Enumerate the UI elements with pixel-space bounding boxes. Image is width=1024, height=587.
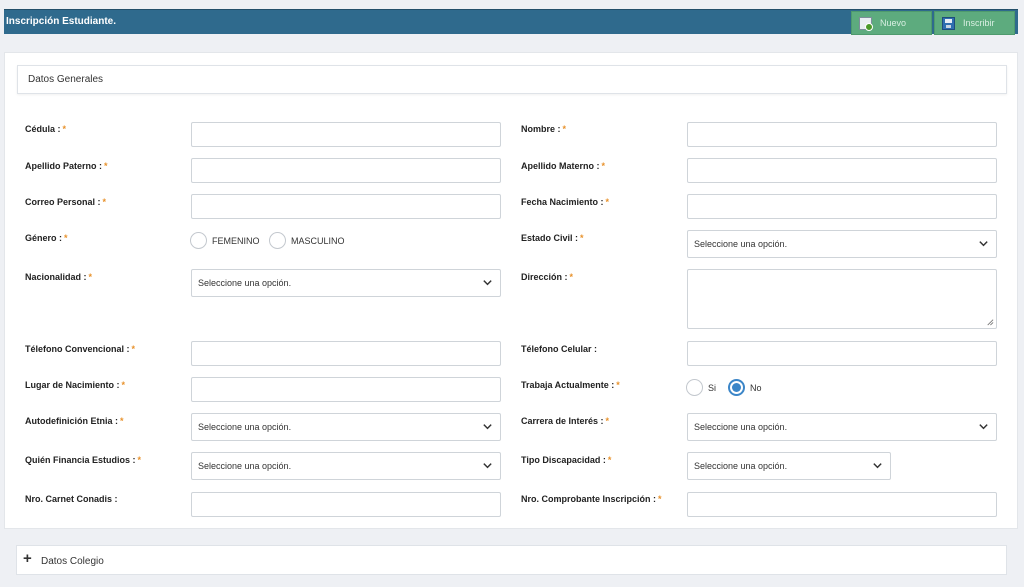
datos-colegio-title: Datos Colegio <box>41 556 104 567</box>
nacionalidad-select[interactable]: Seleccione una opción. <box>191 269 501 297</box>
autodefinicion-etnia-value: Seleccione una opción. <box>198 422 292 432</box>
telefono-convencional-input[interactable] <box>191 341 501 366</box>
estado-civil-label: Estado Civil : * <box>521 233 584 243</box>
required-mark: * <box>102 197 107 207</box>
estado-civil-value: Seleccione una opción. <box>694 239 788 249</box>
inscribir-button[interactable]: Inscribir <box>934 11 1015 35</box>
apellido-paterno-label: Apellido Paterno : * <box>25 161 108 171</box>
apellido-paterno-input[interactable] <box>191 158 501 183</box>
quien-financia-label: Quién Financia Estudios : * <box>25 455 142 465</box>
genero-masculino-radio[interactable] <box>269 232 286 249</box>
fecha-nacimiento-label: Fecha Nacimiento : * <box>521 197 610 207</box>
chevron-down-icon <box>873 463 882 469</box>
trabaja-no-label: No <box>750 383 762 393</box>
inscribir-button-label: Inscribir <box>963 18 995 28</box>
carrera-interes-value: Seleccione una opción. <box>694 422 788 432</box>
trabaja-si-label: Si <box>708 383 717 393</box>
autodefinicion-etnia-label: Autodefinición Etnia : * <box>25 416 124 426</box>
nacionalidad-value: Seleccione una opción. <box>198 278 292 288</box>
required-mark: * <box>601 161 606 171</box>
required-mark: * <box>104 161 108 171</box>
required-mark: * <box>569 272 574 282</box>
required-mark: * <box>607 455 612 465</box>
apellido-materno-input[interactable] <box>687 158 997 183</box>
genero-label: Género : * <box>25 233 68 243</box>
correo-personal-input[interactable] <box>191 194 501 219</box>
required-mark: * <box>580 233 584 243</box>
nuevo-button[interactable]: Nuevo <box>851 11 932 35</box>
save-icon <box>942 16 955 30</box>
genero-femenino-radio[interactable] <box>190 232 207 249</box>
direccion-label: Dirección : * <box>521 272 574 282</box>
carnet-conadis-label: Nro. Carnet Conadis : <box>25 494 118 504</box>
carrera-interes-label: Carrera de Interés : * <box>521 416 610 426</box>
carrera-interes-select[interactable]: Seleccione una opción. <box>687 413 997 441</box>
chevron-down-icon <box>483 424 492 430</box>
page-header-bar: Inscripción Estudiante. Nuevo Inscribir <box>4 9 1018 35</box>
telefono-celular-label: Télefono Celular : <box>521 344 598 354</box>
trabaja-no-radio[interactable] <box>728 379 745 396</box>
fecha-nacimiento-input[interactable] <box>687 194 997 219</box>
nacionalidad-label: Nacionalidad : * <box>25 272 93 282</box>
comprobante-inscripcion-label: Nro. Comprobante Inscripción : * <box>521 494 662 504</box>
cedula-label: Cédula : * <box>25 124 67 134</box>
tipo-discapacidad-label: Tipo Discapacidad : * <box>521 455 612 465</box>
correo-personal-label: Correo Personal : * <box>25 197 107 207</box>
lugar-nacimiento-input[interactable] <box>191 377 501 402</box>
required-mark: * <box>137 455 142 465</box>
resize-grip-icon[interactable] <box>985 317 994 326</box>
chevron-down-icon <box>483 463 492 469</box>
direccion-textarea[interactable] <box>687 269 997 329</box>
lugar-nacimiento-label: Lugar de Nacimiento : * <box>25 380 126 390</box>
genero-femenino-label: FEMENINO <box>212 236 260 246</box>
chevron-down-icon <box>483 280 492 286</box>
tipo-discapacidad-value: Seleccione una opción. <box>694 461 788 471</box>
required-mark: * <box>88 272 93 282</box>
comprobante-inscripcion-input[interactable] <box>687 492 997 517</box>
telefono-convencional-label: Télefono Convencional : * <box>25 344 136 354</box>
nuevo-button-label: Nuevo <box>880 18 907 28</box>
required-mark: * <box>121 380 126 390</box>
quien-financia-value: Seleccione una opción. <box>198 461 292 471</box>
new-document-icon <box>859 16 873 31</box>
required-mark: * <box>605 416 610 426</box>
required-mark: * <box>605 197 610 207</box>
estado-civil-select[interactable]: Seleccione una opción. <box>687 230 997 258</box>
nombre-input[interactable] <box>687 122 997 147</box>
page-title: Inscripción Estudiante. <box>6 16 117 27</box>
telefono-celular-input[interactable] <box>687 341 997 366</box>
chevron-down-icon <box>979 424 988 430</box>
required-mark: * <box>658 494 662 504</box>
tipo-discapacidad-select[interactable]: Seleccione una opción. <box>687 452 891 480</box>
datos-generales-header[interactable]: Datos Generales <box>17 65 1007 94</box>
nombre-label: Nombre : * <box>521 124 567 134</box>
cedula-input[interactable] <box>191 122 501 147</box>
quien-financia-select[interactable]: Seleccione una opción. <box>191 452 501 480</box>
carnet-conadis-input[interactable] <box>191 492 501 517</box>
genero-masculino-label: MASCULINO <box>291 236 345 246</box>
apellido-materno-label: Apellido Materno : * <box>521 161 606 171</box>
chevron-down-icon <box>979 241 988 247</box>
required-mark: * <box>120 416 124 426</box>
trabaja-actualmente-label: Trabaja Actualmente : * <box>521 380 620 390</box>
trabaja-si-radio[interactable] <box>686 379 703 396</box>
required-mark: * <box>62 124 67 134</box>
required-mark: * <box>562 124 567 134</box>
section-title: Datos Generales <box>28 74 104 85</box>
autodefinicion-etnia-select[interactable]: Seleccione una opción. <box>191 413 501 441</box>
required-mark: * <box>64 233 68 243</box>
plus-icon[interactable]: + <box>23 551 32 566</box>
required-mark: * <box>131 344 136 354</box>
required-mark: * <box>616 380 620 390</box>
datos-colegio-header[interactable]: + Datos Colegio <box>16 545 1007 575</box>
